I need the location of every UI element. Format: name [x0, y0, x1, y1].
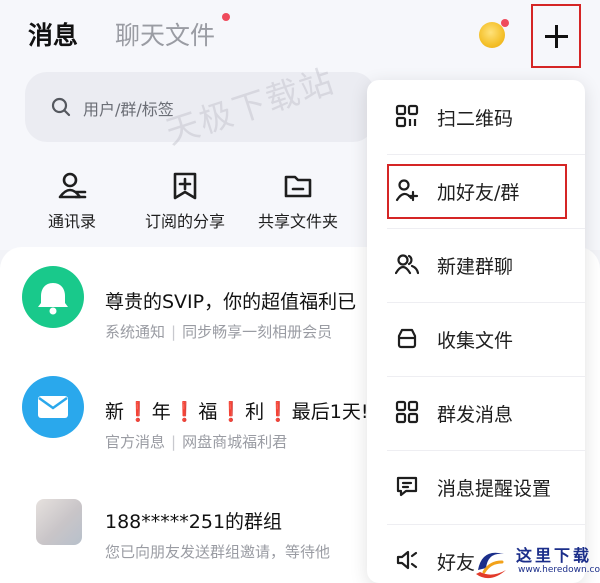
logo-text: 这里下载	[516, 546, 593, 565]
group-avatar	[36, 499, 82, 545]
chat-preview-text: 同步畅享一刻相册会员	[182, 323, 333, 341]
chat-source: 系统通知	[105, 323, 166, 341]
chat-title: 188*****251的群组	[105, 511, 283, 533]
speaker-icon	[396, 550, 418, 570]
menu-item-broadcast[interactable]: 群发消息	[367, 376, 585, 450]
mail-icon	[38, 396, 68, 418]
chat-source: 官方消息	[105, 433, 166, 451]
tab-chat-files[interactable]: 聊天文件	[115, 16, 215, 52]
shared-folder-icon	[284, 175, 312, 198]
menu-item-label: 消息提醒设置	[437, 478, 552, 500]
swirl-logo-icon	[476, 552, 506, 579]
group-chat-icon	[395, 254, 419, 275]
message-settings-icon	[396, 476, 418, 497]
chat-preview-text: 网盘商城福利君	[182, 433, 288, 451]
tab-messages[interactable]: 消息	[28, 16, 78, 52]
highlight-box	[387, 164, 567, 219]
chat-title: 尊贵的SVIP，你的超值福利已	[105, 291, 357, 313]
scan-qr-icon	[395, 104, 419, 128]
menu-item-scan-qr[interactable]: 扫二维码	[367, 80, 585, 154]
chat-title: 新 ❗ 年 ❗ 福 ❗ 利 ❗ 最后1天!	[105, 401, 369, 423]
add-dropdown-menu: 扫二维码 加好友/群 新建群聊 收集文件 群发消息 消息提醒设置 好友	[367, 80, 585, 583]
search-icon	[51, 97, 71, 117]
site-logo: 这里下载 www.heredown.com	[470, 540, 600, 583]
menu-item-label: 收集文件	[437, 330, 514, 352]
menu-item-label: 群发消息	[437, 404, 514, 426]
mail-avatar	[22, 376, 84, 438]
menu-item-label: 扫二维码	[437, 108, 514, 130]
quick-contacts[interactable]: 通讯录	[22, 170, 122, 232]
logo-url: www.heredown.com	[518, 565, 600, 575]
coin-badge-dot	[501, 19, 509, 27]
quick-shared-folder[interactable]: 共享文件夹	[248, 170, 348, 232]
menu-item-message-settings[interactable]: 消息提醒设置	[367, 450, 585, 524]
chat-preview-text: 您已向朋友发送群组邀请，等待他	[105, 543, 331, 561]
notification-dot	[222, 13, 230, 21]
menu-item-collect-files[interactable]: 收集文件	[367, 302, 585, 376]
bookmark-plus-icon	[173, 172, 197, 200]
bell-icon	[38, 283, 68, 315]
quick-subscribed-label: 订阅的分享	[144, 212, 225, 231]
chat-preview: 系统通知 | 同步畅享一刻相册会员	[105, 323, 333, 341]
bell-avatar	[22, 266, 84, 328]
coin-icon[interactable]	[479, 22, 505, 48]
chat-preview: 官方消息 | 网盘商城福利君	[105, 433, 288, 451]
collect-files-icon	[397, 328, 417, 349]
menu-item-new-group-chat[interactable]: 新建群聊	[367, 228, 585, 302]
quick-subscribed-shares[interactable]: 订阅的分享	[135, 170, 235, 232]
add-menu-button[interactable]	[531, 4, 581, 68]
quick-contacts-label: 通讯录	[47, 212, 96, 231]
quick-shared-folder-label: 共享文件夹	[257, 212, 338, 231]
broadcast-icon	[395, 400, 419, 424]
contacts-icon	[58, 172, 87, 199]
menu-item-label: 新建群聊	[437, 256, 514, 278]
